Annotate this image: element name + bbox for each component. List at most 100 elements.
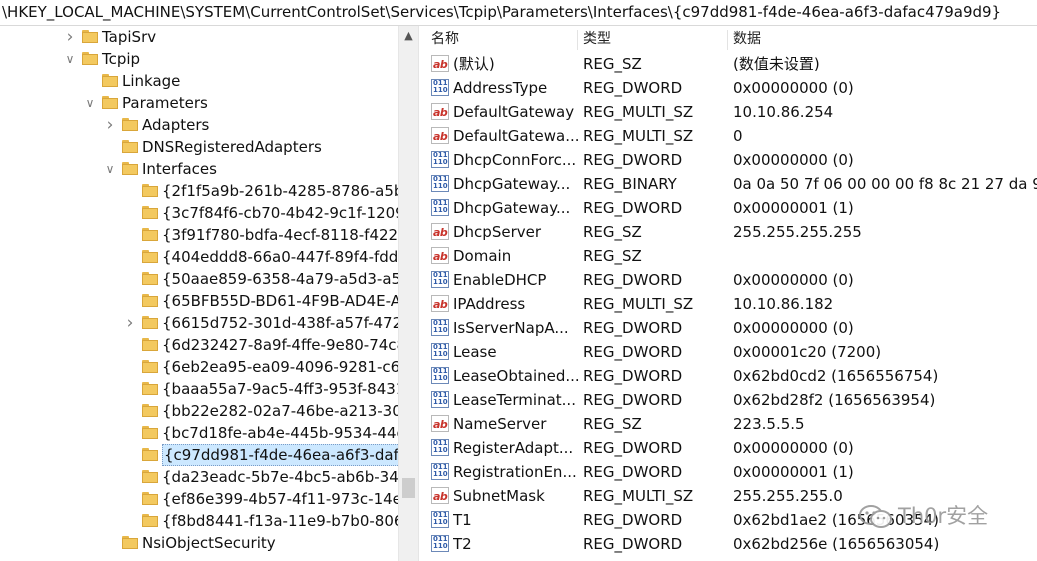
tree-node[interactable]: ∨ Parameters: [0, 92, 398, 114]
column-header-data[interactable]: 数据: [733, 26, 761, 52]
address-bar[interactable]: \HKEY_LOCAL_MACHINE\SYSTEM\CurrentContro…: [0, 0, 1037, 26]
column-header-name[interactable]: 名称: [431, 26, 459, 52]
binary-value-icon: 011 110: [431, 79, 449, 96]
value-data: 0x00000001 (1): [733, 199, 854, 217]
tree-node-label: {bb22e282-02a7-46be-a213-30c: [162, 402, 398, 420]
chevron-right-icon[interactable]: ›: [104, 114, 116, 136]
tree-node-label: DNSRegisteredAdapters: [142, 138, 322, 156]
value-data: 255.255.255.255: [733, 223, 862, 241]
value-row[interactable]: 011 110 DhcpConnForc... REG_DWORD 0x00000000…: [423, 148, 1037, 172]
binary-value-icon: 011 110: [431, 535, 449, 552]
value-name: DefaultGatewa...: [453, 127, 579, 145]
chevron-down-icon[interactable]: ∨: [84, 92, 96, 114]
column-divider[interactable]: [727, 30, 728, 50]
folder-icon: [142, 250, 158, 263]
value-row[interactable]: 011 110 LeaseObtained... REG_DWORD 0x62bd0cd…: [423, 364, 1037, 388]
value-row[interactable]: 011 110 IsServerNapA... REG_DWORD 0x00000000…: [423, 316, 1037, 340]
tree-node[interactable]: {65BFB55D-BD61-4F9B-AD4E-A2: [0, 290, 398, 312]
chevron-right-icon[interactable]: ›: [124, 312, 136, 334]
tree-node[interactable]: {3f91f780-bdfa-4ecf-8118-f4226: [0, 224, 398, 246]
tree-node[interactable]: ∨ Tcpip: [0, 48, 398, 70]
value-data: 0x62bd0cd2 (1656556754): [733, 367, 939, 385]
value-name: DhcpGateway...: [453, 175, 571, 193]
tree-node[interactable]: {6d232427-8a9f-4ffe-9e80-74c8: [0, 334, 398, 356]
value-row[interactable]: 011 110 AddressType REG_DWORD 0x00000000 (0): [423, 76, 1037, 100]
tree-node[interactable]: DNSRegisteredAdapters: [0, 136, 398, 158]
tree-node-label: {65BFB55D-BD61-4F9B-AD4E-A2: [162, 292, 398, 310]
value-data: 223.5.5.5: [733, 415, 805, 433]
value-type: REG_SZ: [583, 247, 642, 265]
tree-node-label: Interfaces: [142, 160, 217, 178]
value-type: REG_DWORD: [583, 463, 683, 481]
chevron-down-icon[interactable]: ∨: [104, 158, 116, 180]
column-header-type[interactable]: 类型: [583, 26, 611, 52]
binary-value-icon: 011 110: [431, 199, 449, 216]
value-name: AddressType: [453, 79, 548, 97]
value-type: REG_DWORD: [583, 151, 683, 169]
tree-node-label: TapiSrv: [102, 28, 157, 46]
value-row[interactable]: 011 110 LeaseTerminat... REG_DWORD 0x62bd28f…: [423, 388, 1037, 412]
tree-node[interactable]: NsiObjectSecurity: [0, 532, 398, 554]
tree-node[interactable]: › {6615d752-301d-438f-a57f-472f: [0, 312, 398, 334]
value-row[interactable]: 011 110 DhcpGateway... REG_BINARY 0a 0a 50 7…: [423, 172, 1037, 196]
string-value-icon: ab: [431, 487, 449, 504]
value-data: 10.10.86.254: [733, 103, 834, 121]
string-value-icon: ab: [431, 127, 449, 144]
scrollbar-thumb[interactable]: [402, 478, 415, 498]
folder-icon: [142, 184, 158, 197]
value-row[interactable]: 011 110 EnableDHCP REG_DWORD 0x00000000 (0): [423, 268, 1037, 292]
value-type: REG_MULTI_SZ: [583, 103, 694, 121]
value-data: 0: [733, 127, 743, 145]
key-tree[interactable]: › TapiSrv ∨ Tcpip Linkage ∨ Parameters › Adapter…: [0, 26, 398, 561]
folder-icon: [142, 338, 158, 351]
tree-node[interactable]: {ef86e399-4b57-4f11-973c-14e8: [0, 488, 398, 510]
tree-node-label: Adapters: [142, 116, 210, 134]
value-row[interactable]: ab DefaultGatewa... REG_MULTI_SZ 0: [423, 124, 1037, 148]
tree-node[interactable]: › Adapters: [0, 114, 398, 136]
value-row[interactable]: 011 110 DhcpGateway... REG_DWORD 0x00000001 …: [423, 196, 1037, 220]
value-row[interactable]: ab DefaultGateway REG_MULTI_SZ 10.10.86.254: [423, 100, 1037, 124]
value-data: 10.10.86.182: [733, 295, 834, 313]
tree-node[interactable]: {3c7f84f6-cb70-4b42-9c1f-1209c: [0, 202, 398, 224]
value-row[interactable]: ab IPAddress REG_MULTI_SZ 10.10.86.182: [423, 292, 1037, 316]
scroll-up-arrow-icon[interactable]: ▲: [399, 26, 418, 46]
list-header: 名称 类型 数据: [423, 26, 1037, 52]
tree-node[interactable]: {2f1f5a9b-261b-4285-8786-a5b9: [0, 180, 398, 202]
value-row[interactable]: ab DhcpServer REG_SZ 255.255.255.255: [423, 220, 1037, 244]
tree-node[interactable]: {404eddd8-66a0-447f-89f4-fdd3: [0, 246, 398, 268]
tree-node[interactable]: {bc7d18fe-ab4e-445b-9534-44c: [0, 422, 398, 444]
chevron-down-icon[interactable]: ∨: [64, 48, 76, 70]
folder-icon: [142, 228, 158, 241]
value-row[interactable]: 011 110 RegistrationEn... REG_DWORD 0x000000…: [423, 460, 1037, 484]
value-row[interactable]: ab (默认) REG_SZ (数值未设置): [423, 52, 1037, 76]
value-type: REG_DWORD: [583, 343, 683, 361]
tree-node[interactable]: › TapiSrv: [0, 26, 398, 48]
tree-node[interactable]: {da23eadc-5b7e-4bc5-ab6b-346: [0, 466, 398, 488]
value-row[interactable]: ab NameServer REG_SZ 223.5.5.5: [423, 412, 1037, 436]
value-type: REG_SZ: [583, 55, 642, 73]
value-row[interactable]: 011 110 Lease REG_DWORD 0x00001c20 (7200): [423, 340, 1037, 364]
value-data: 0x00000000 (0): [733, 319, 854, 337]
tree-node[interactable]: {6eb2ea95-ea09-4096-9281-c6d: [0, 356, 398, 378]
folder-icon: [82, 30, 98, 43]
column-divider[interactable]: [577, 30, 578, 50]
binary-value-icon: 011 110: [431, 367, 449, 384]
tree-node[interactable]: {baaa55a7-9ac5-4ff3-953f-84319: [0, 378, 398, 400]
value-type: REG_MULTI_SZ: [583, 487, 694, 505]
values-list[interactable]: 名称 类型 数据 ab (默认) REG_SZ (数值未设置) 011 110 Addres…: [423, 26, 1037, 561]
tree-node[interactable]: {bb22e282-02a7-46be-a213-30c: [0, 400, 398, 422]
folder-icon: [102, 74, 118, 87]
folder-icon: [142, 492, 158, 505]
tree-scrollbar[interactable]: ▲: [398, 26, 418, 561]
tree-node[interactable]: ∨ Interfaces: [0, 158, 398, 180]
chevron-right-icon[interactable]: ›: [64, 26, 76, 48]
value-row[interactable]: 011 110 RegisterAdapt... REG_DWORD 0x0000000…: [423, 436, 1037, 460]
value-name: IsServerNapA...: [453, 319, 569, 337]
tree-node[interactable]: {f8bd8441-f13a-11e9-b7b0-806e: [0, 510, 398, 532]
value-row[interactable]: 011 110 T2 REG_DWORD 0x62bd256e (1656563054): [423, 532, 1037, 556]
value-row[interactable]: ab Domain REG_SZ: [423, 244, 1037, 268]
tree-node-label: {50aae859-6358-4a79-a5d3-a5a0: [162, 270, 398, 288]
tree-node[interactable]: {50aae859-6358-4a79-a5d3-a5a0: [0, 268, 398, 290]
tree-node[interactable]: {c97dd981-f4de-46ea-a6f3-dafac: [0, 444, 398, 466]
tree-node[interactable]: Linkage: [0, 70, 398, 92]
